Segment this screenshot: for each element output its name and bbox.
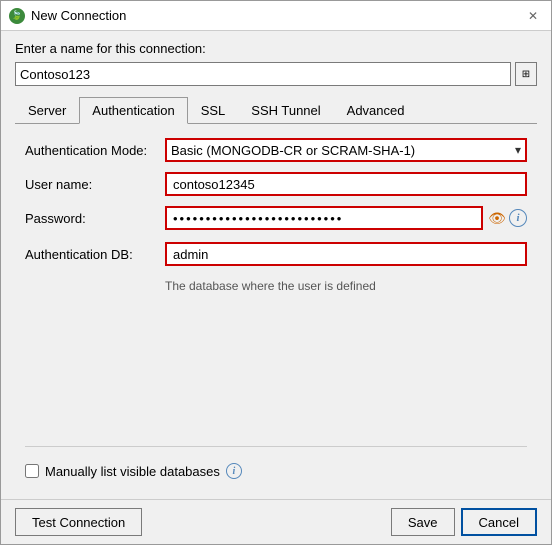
- password-label: Password:: [25, 211, 165, 226]
- tab-content-authentication: Authentication Mode: Basic (MONGODB-CR o…: [15, 124, 537, 489]
- divider: [25, 446, 527, 447]
- username-row: User name:: [25, 172, 527, 196]
- title-bar: 🍃 New Connection ✕: [1, 1, 551, 31]
- app-icon: 🍃: [9, 8, 25, 24]
- password-info-icon[interactable]: i: [509, 209, 527, 227]
- tab-ssh-tunnel[interactable]: SSH Tunnel: [238, 97, 333, 124]
- close-button[interactable]: ✕: [523, 6, 543, 26]
- auth-db-hint: The database where the user is defined: [165, 279, 527, 293]
- tab-server[interactable]: Server: [15, 97, 79, 124]
- tab-advanced[interactable]: Advanced: [334, 97, 418, 124]
- footer-right: Save Cancel: [391, 508, 537, 536]
- dialog-body: Enter a name for this connection: ⊞ Serv…: [1, 31, 551, 499]
- tabs: Server Authentication SSL SSH Tunnel Adv…: [15, 96, 537, 124]
- connection-name-input[interactable]: [15, 62, 511, 86]
- auth-mode-row: Authentication Mode: Basic (MONGODB-CR o…: [25, 138, 527, 162]
- manually-list-info-icon[interactable]: i: [226, 463, 242, 479]
- manually-list-checkbox[interactable]: [25, 464, 39, 478]
- username-label: User name:: [25, 177, 165, 192]
- auth-db-input[interactable]: [165, 242, 527, 266]
- cancel-button[interactable]: Cancel: [461, 508, 537, 536]
- manually-list-label: Manually list visible databases: [45, 464, 220, 479]
- dialog-title: New Connection: [31, 8, 126, 23]
- auth-db-input-wrapper: [165, 242, 527, 266]
- manually-list-row: Manually list visible databases i: [25, 463, 527, 479]
- password-icons: 👁 i: [487, 208, 527, 228]
- auth-db-row: Authentication DB:: [25, 242, 527, 266]
- new-connection-dialog: 🍃 New Connection ✕ Enter a name for this…: [0, 0, 552, 545]
- title-bar-left: 🍃 New Connection: [9, 8, 126, 24]
- footer: Test Connection Save Cancel: [1, 499, 551, 544]
- save-button[interactable]: Save: [391, 508, 455, 536]
- auth-mode-select-wrapper: Basic (MONGODB-CR or SCRAM-SHA-1) SCRAM-…: [165, 138, 527, 162]
- connection-name-row: ⊞: [15, 62, 537, 86]
- username-input-wrapper: [165, 172, 527, 196]
- password-row: Password: 👁 i: [25, 206, 527, 230]
- tab-authentication[interactable]: Authentication: [79, 97, 187, 124]
- grid-button[interactable]: ⊞: [515, 62, 537, 86]
- password-input-wrapper: 👁 i: [165, 206, 527, 230]
- username-input[interactable]: [165, 172, 527, 196]
- auth-db-label: Authentication DB:: [25, 247, 165, 262]
- password-input[interactable]: [165, 206, 483, 230]
- show-password-icon[interactable]: 👁: [487, 208, 507, 228]
- auth-mode-label: Authentication Mode:: [25, 143, 165, 158]
- connection-name-label: Enter a name for this connection:: [15, 41, 537, 56]
- tab-ssl[interactable]: SSL: [188, 97, 239, 124]
- test-connection-button[interactable]: Test Connection: [15, 508, 142, 536]
- auth-mode-select[interactable]: Basic (MONGODB-CR or SCRAM-SHA-1) SCRAM-…: [165, 138, 527, 162]
